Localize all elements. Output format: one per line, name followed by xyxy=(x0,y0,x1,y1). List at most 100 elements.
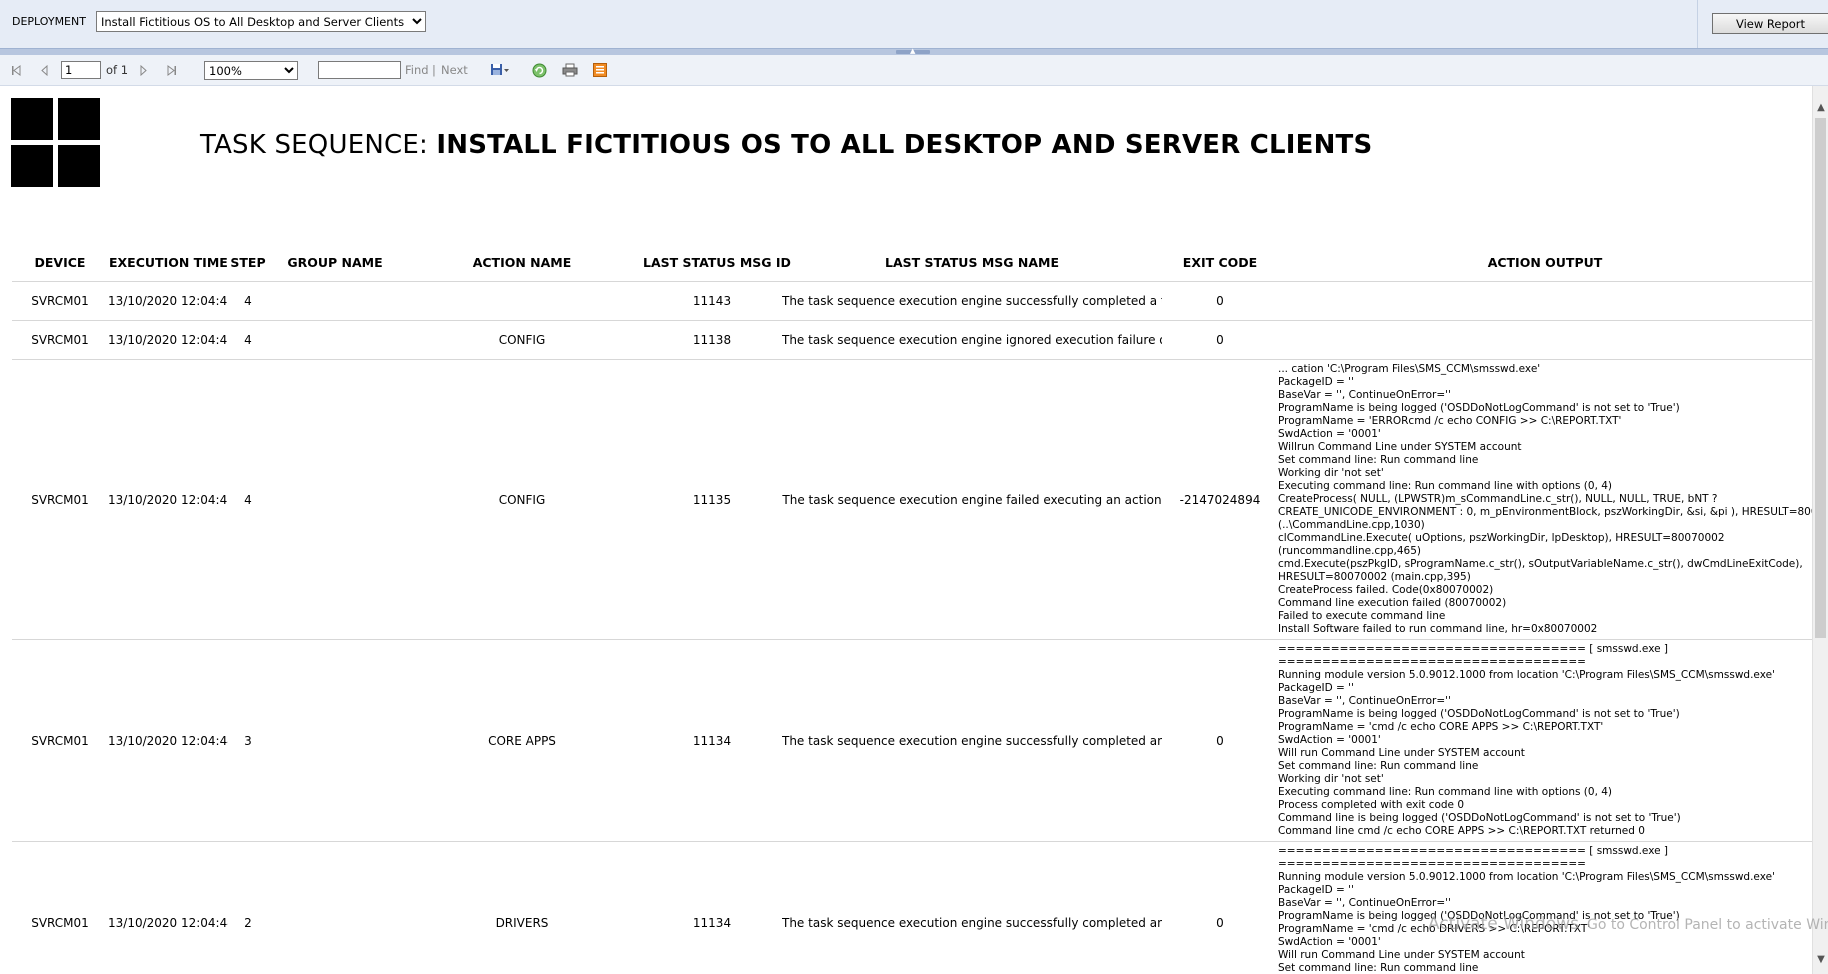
task-sequence-table: DEVICE EXECUTION TIME STEP GROUP NAME AC… xyxy=(12,243,1812,974)
table-row: SVRCM01 13/10/2020 12:04:45 4 CONFIG 11135 Th… xyxy=(12,359,1812,640)
action-name-cell: DRIVERS xyxy=(402,841,642,974)
find-input[interactable] xyxy=(318,61,401,79)
device-cell: SVRCM01 xyxy=(12,281,108,321)
collapse-handle[interactable]: ▲ xyxy=(896,47,930,55)
zoom-select[interactable]: 100% xyxy=(204,61,298,80)
scrollbar-thumb[interactable] xyxy=(1815,118,1826,638)
scroll-down-icon[interactable]: ▼ xyxy=(1813,952,1828,968)
output-line: ProgramName = 'cmd /c echo CORE APPS >> … xyxy=(1278,721,1604,733)
status-msg-id-cell: 11135 xyxy=(642,359,782,640)
output-line: Executing command line: Run command line… xyxy=(1278,786,1613,798)
table-row: SVRCM01 13/10/2020 12:04:45 4 CONFIG 11138 Th… xyxy=(12,320,1812,360)
data-feed-icon[interactable] xyxy=(593,55,607,85)
printer-icon[interactable] xyxy=(562,55,578,85)
report-title: TASK SEQUENCE: INSTALL FICTITIOUS OS TO … xyxy=(200,130,1372,160)
parameter-divider xyxy=(1697,0,1698,48)
previous-page-icon[interactable] xyxy=(40,55,49,85)
device-cell: SVRCM01 xyxy=(12,320,108,360)
output-line: =================================== [ sm… xyxy=(1278,643,1668,655)
output-line: ... cation 'C:\Program Files\SMS_CCM\sms… xyxy=(1278,363,1541,375)
output-line: BaseVar = '', ContinueOnError='' xyxy=(1278,389,1451,401)
exit-code-cell: 0 xyxy=(1162,320,1278,360)
vertical-scrollbar[interactable]: ▲ ▼ xyxy=(1812,86,1828,974)
output-line: Install Software failed to run command l… xyxy=(1278,623,1598,635)
output-line: Command line cmd /c echo CORE APPS >> C:… xyxy=(1278,825,1645,837)
report-toolbar: of 1 100% Find | Next xyxy=(0,55,1828,86)
save-export-icon[interactable] xyxy=(490,55,510,85)
action-name-cell: CONFIG xyxy=(402,359,642,640)
parameter-splitter[interactable]: ▲ xyxy=(0,47,1828,55)
exit-code-cell: 0 xyxy=(1162,639,1278,842)
device-cell: SVRCM01 xyxy=(12,359,108,640)
windows-logo-icon xyxy=(11,98,101,188)
output-line: CreateProcess( NULL, (LPWSTR)m_sCommandL… xyxy=(1278,493,1718,505)
group-name-cell xyxy=(268,320,402,360)
find-next-link[interactable]: Next xyxy=(441,55,468,85)
group-name-cell xyxy=(268,639,402,842)
output-line: Set command line: Run command line xyxy=(1278,760,1479,772)
output-line: Running module version 5.0.9012.1000 fro… xyxy=(1278,871,1775,883)
deployment-label: DEPLOYMENT xyxy=(12,15,86,28)
action-output-cell xyxy=(1278,320,1812,360)
execution-time-cell: 13/10/2020 12:04:45 xyxy=(108,281,228,321)
column-header: STEP xyxy=(228,243,268,282)
exit-code-cell: 0 xyxy=(1162,841,1278,974)
first-page-icon[interactable] xyxy=(11,55,23,85)
output-line: Willrun Command Line under SYSTEM accoun… xyxy=(1278,441,1522,453)
output-line: cmd.Execute(pszPkgID, sProgramName.c_str… xyxy=(1278,558,1803,570)
status-msg-name-cell: The task sequence execution engine faile… xyxy=(782,359,1162,640)
report-body: TASK SEQUENCE: INSTALL FICTITIOUS OS TO … xyxy=(0,86,1812,974)
output-line: CREATE_UNICODE_ENVIRONMENT : 0, m_pEnvir… xyxy=(1278,506,1812,518)
find-link[interactable]: Find xyxy=(405,55,429,85)
execution-time-cell: 13/10/2020 12:04:44 xyxy=(108,841,228,974)
report-title-name: INSTALL FICTITIOUS OS TO ALL DESKTOP AND… xyxy=(436,130,1373,160)
last-page-icon[interactable] xyxy=(165,55,177,85)
output-line: Set command line: Run command line xyxy=(1278,454,1479,466)
output-line: SwdAction = '0001' xyxy=(1278,936,1381,948)
column-header: ACTION OUTPUT xyxy=(1278,243,1812,282)
watermark-title: Activate Windows xyxy=(1428,914,1579,934)
output-line: SwdAction = '0001' xyxy=(1278,428,1381,440)
action-output-cell: =================================== [ sm… xyxy=(1278,841,1812,974)
device-cell: SVRCM01 xyxy=(12,841,108,974)
step-cell: 4 xyxy=(228,359,268,640)
page-number-input[interactable] xyxy=(61,61,101,79)
output-line: Will run Command Line under SYSTEM accou… xyxy=(1278,747,1525,759)
table-row: SVRCM01 13/10/2020 12:04:44 2 DRIVERS 11134 T… xyxy=(12,841,1812,974)
next-page-icon[interactable] xyxy=(139,55,148,85)
step-cell: 4 xyxy=(228,281,268,321)
status-msg-id-cell: 11134 xyxy=(642,639,782,842)
column-header: LAST STATUS MSG ID xyxy=(642,243,791,282)
action-output-cell: =================================== [ sm… xyxy=(1278,639,1812,842)
scroll-up-icon[interactable]: ▲ xyxy=(1813,100,1828,116)
column-header: ACTION NAME xyxy=(402,243,642,282)
group-name-cell xyxy=(268,359,402,640)
output-line: PackageID = '' xyxy=(1278,376,1354,388)
action-name-cell: CONFIG xyxy=(402,320,642,360)
step-cell: 2 xyxy=(228,841,268,974)
column-header: EXECUTION TIME xyxy=(108,243,228,282)
output-line: PackageID = '' xyxy=(1278,682,1354,694)
view-report-button[interactable]: View Report xyxy=(1712,13,1828,34)
output-line: (..\CommandLine.cpp,1030) xyxy=(1278,519,1425,531)
column-header: EXIT CODE xyxy=(1162,243,1278,282)
execution-time-cell: 13/10/2020 12:04:45 xyxy=(108,320,228,360)
output-line: ProgramName is being logged ('OSDDoNotLo… xyxy=(1278,708,1680,720)
table-header-row: DEVICE EXECUTION TIME STEP GROUP NAME AC… xyxy=(12,243,1812,282)
group-name-cell xyxy=(268,281,402,321)
output-line: ProgramName is being logged ('OSDDoNotLo… xyxy=(1278,402,1680,414)
status-msg-name-cell: The task sequence execution engine succe… xyxy=(782,281,1162,321)
output-line: Failed to execute command line xyxy=(1278,610,1446,622)
refresh-icon[interactable] xyxy=(532,55,547,85)
output-line: Working dir 'not set' xyxy=(1278,773,1384,785)
execution-time-cell: 13/10/2020 12:04:45 xyxy=(108,359,228,640)
output-line: Process completed with exit code 0 xyxy=(1278,799,1465,811)
column-header: DEVICE xyxy=(12,243,108,282)
output-line: CreateProcess failed. Code(0x80070002) xyxy=(1278,584,1494,596)
deployment-select[interactable]: Install Fictitious OS to All Desktop and… xyxy=(96,11,426,32)
collapse-arrow-icon: ▲ xyxy=(910,47,916,55)
step-cell: 3 xyxy=(228,639,268,842)
action-name-cell xyxy=(402,281,642,321)
step-cell: 4 xyxy=(228,320,268,360)
status-msg-name-cell: The task sequence execution engine ignor… xyxy=(782,320,1162,360)
